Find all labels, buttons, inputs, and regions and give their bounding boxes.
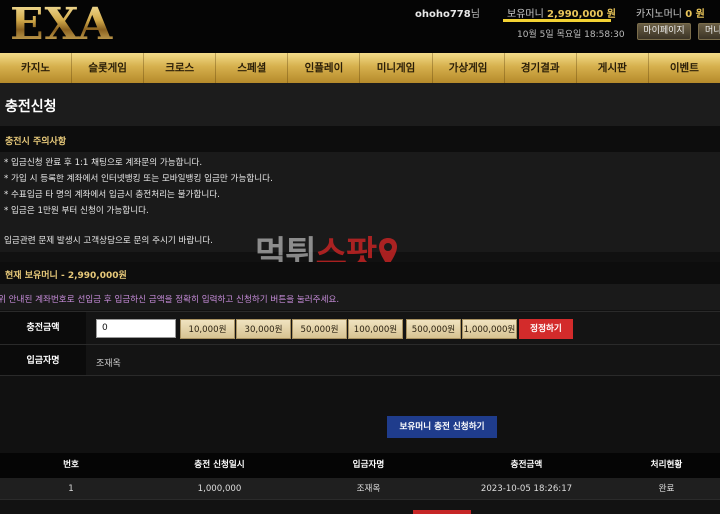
username: ohoho778님 bbox=[415, 5, 480, 20]
nav-item-board[interactable]: 게시판 bbox=[577, 53, 649, 83]
cell-amount: 2023-10-05 18:26:17 bbox=[480, 484, 573, 494]
chip-10000-button[interactable]: 10,000원 bbox=[180, 319, 235, 339]
nav-item-casino[interactable]: 카지노 bbox=[0, 53, 73, 83]
current-balance-bar: 현재 보유머니 - 2,990,000원 bbox=[0, 262, 720, 284]
cell-number: 1 bbox=[68, 484, 74, 494]
nav-item-virtual[interactable]: 가상게임 bbox=[433, 53, 505, 83]
username-text: ohoho778 bbox=[415, 9, 471, 20]
nav-item-slot[interactable]: 슬롯게임 bbox=[72, 53, 145, 83]
casino-money-value: 0 원 bbox=[685, 9, 705, 20]
amount-input[interactable]: 0 bbox=[96, 319, 176, 338]
money-button[interactable]: 머니 bbox=[698, 23, 720, 40]
notice-item: * 입금은 1만원 부터 신청이 가능합니다. bbox=[4, 206, 149, 216]
chip-50000-button[interactable]: 50,000원 bbox=[292, 319, 347, 339]
chip-1000000-button[interactable]: 1,000,000원 bbox=[462, 319, 517, 339]
nav-item-minigame[interactable]: 미니게임 bbox=[360, 53, 433, 83]
history-table-header: 번호 충전 신청일시 입금자명 충전금액 처리현황 bbox=[0, 453, 720, 478]
notice-item: * 수표입금 타 명의 계좌에서 입금시 충전처리는 불가합니다. bbox=[4, 190, 220, 200]
nav-item-special[interactable]: 스페셜 bbox=[216, 53, 289, 83]
chip-100000-button[interactable]: 100,000원 bbox=[348, 319, 403, 339]
page-title-bar: 충전신청 bbox=[0, 83, 720, 126]
column-header-status: 처리현황 bbox=[650, 460, 683, 470]
cell-status: 완료 bbox=[658, 484, 675, 494]
chip-500000-button[interactable]: 500,000원 bbox=[406, 319, 461, 339]
page-title: 충전신청 bbox=[5, 99, 57, 115]
casino-money-display: 카지노머니 0 원 bbox=[636, 5, 705, 20]
deposit-guide-text: 위 안내된 계좌번호로 선입금 후 입금하신 금액을 정확히 입력하고 신청하기… bbox=[0, 295, 340, 305]
column-header-amount: 충전금액 bbox=[510, 460, 543, 470]
mypage-button[interactable]: 마이페이지 bbox=[637, 23, 691, 40]
depositor-row: 입금자명 조재옥 bbox=[0, 344, 720, 376]
current-balance-text: 현재 보유머니 - 2,990,000원 bbox=[5, 271, 127, 281]
bottom-red-button[interactable] bbox=[413, 510, 471, 514]
notice-header: 충전시 주의사항 bbox=[0, 126, 720, 152]
notice-item: * 가입 시 등록한 계좌에서 인터넷뱅킹 또는 모바일뱅킹 입금만 가능합니다… bbox=[4, 174, 273, 184]
column-header-depositor: 입금자명 bbox=[352, 460, 385, 470]
nav-item-event[interactable]: 이벤트 bbox=[649, 53, 720, 83]
username-suffix: 님 bbox=[470, 9, 480, 20]
depositor-value: 조재옥 bbox=[96, 359, 121, 369]
bottom-strip bbox=[0, 500, 720, 514]
main-nav: 카지노 슬롯게임 크로스 스페셜 인플레이 미니게임 가상게임 경기결과 게시판… bbox=[0, 53, 720, 83]
depositor-label: 입금자명 bbox=[0, 345, 86, 375]
nav-item-results[interactable]: 경기결과 bbox=[505, 53, 577, 83]
column-header-datetime: 충전 신청일시 bbox=[194, 460, 245, 470]
nav-item-cross[interactable]: 크로스 bbox=[144, 53, 217, 83]
nav-item-inplay[interactable]: 인플레이 bbox=[288, 53, 361, 83]
submit-area: 보유머니 충전 신청하기 bbox=[0, 377, 720, 453]
notice-item: * 입금신청 완료 후 1:1 채팅으로 계좌문의 가능합니다. bbox=[4, 158, 203, 168]
amount-label: 충전금액 bbox=[0, 312, 86, 344]
site-header: EXA ohoho778님 보유머니 2,990,000 원 카지노머니 0 원… bbox=[0, 0, 720, 53]
column-header-number: 번호 bbox=[63, 460, 79, 470]
amount-row: 충전금액 0 10,000원 30,000원 50,000원 100,000원 … bbox=[0, 311, 720, 344]
reset-button[interactable]: 정정하기 bbox=[519, 319, 573, 339]
cell-datetime: 1,000,000 bbox=[197, 484, 242, 494]
casino-money-label: 카지노머니 bbox=[636, 9, 682, 20]
notice-title: 충전시 주의사항 bbox=[5, 137, 67, 147]
balance-display: 보유머니 2,990,000 원 bbox=[507, 5, 616, 20]
table-row: 1 1,000,000 조재옥 2023-10-05 18:26:17 완료 bbox=[0, 478, 720, 500]
deposit-guide-bar: 위 안내된 계좌번호로 선입금 후 입금하신 금액을 정확히 입력하고 신청하기… bbox=[0, 284, 720, 310]
balance-highlight bbox=[503, 19, 611, 22]
submit-deposit-button[interactable]: 보유머니 충전 신청하기 bbox=[387, 416, 497, 438]
cell-depositor: 조재옥 bbox=[356, 484, 381, 494]
current-datetime: 10월 5일 목요일 18:58:30 bbox=[517, 30, 625, 40]
chip-30000-button[interactable]: 30,000원 bbox=[236, 319, 291, 339]
site-logo[interactable]: EXA bbox=[10, 2, 113, 48]
